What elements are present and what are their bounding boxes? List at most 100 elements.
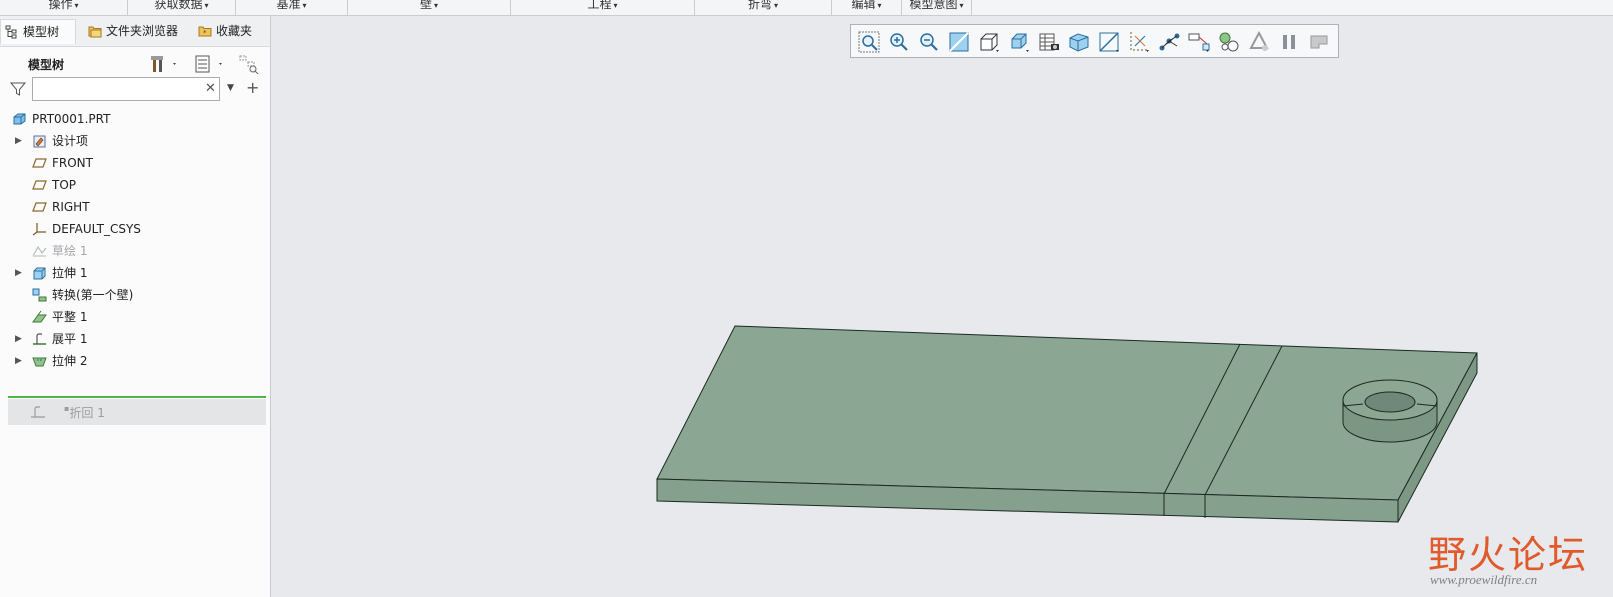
dropdown-caret-icon: ▾ bbox=[877, 1, 882, 10]
model-tree-title: 模型树 bbox=[28, 58, 65, 72]
tree-columns-button[interactable] bbox=[194, 54, 222, 74]
tree-filter-icon bbox=[239, 55, 259, 75]
sketch-icon bbox=[32, 245, 47, 257]
dropdown-caret-icon: ▾ bbox=[434, 1, 439, 10]
tree-item-label: 展平 1 bbox=[52, 332, 88, 346]
tree-search-input[interactable] bbox=[32, 77, 220, 101]
show-columns-icon bbox=[195, 55, 222, 73]
filter-icon[interactable] bbox=[10, 81, 26, 97]
expand-arrow-icon[interactable]: ▶ bbox=[15, 262, 22, 284]
favorites-icon: * bbox=[198, 26, 212, 37]
tree-item-right[interactable]: RIGHT bbox=[0, 196, 270, 218]
tree-item-label: 平整 1 bbox=[52, 310, 88, 324]
tab-favorites[interactable]: * 收藏夹 bbox=[194, 19, 276, 43]
tree-item-label: 拉伸 2 bbox=[52, 354, 88, 368]
expand-arrow-icon[interactable]: ▶ bbox=[15, 130, 22, 152]
ribbon-group-engineering[interactable]: 工程 ▾ bbox=[511, 0, 695, 15]
dropdown-caret-icon: ▾ bbox=[74, 1, 79, 10]
ribbon-group-label: 工程 bbox=[587, 0, 612, 11]
add-filter-icon[interactable]: + bbox=[246, 78, 259, 97]
design-items-icon bbox=[33, 135, 46, 148]
filter-dropdown-icon[interactable]: ▼ bbox=[227, 83, 234, 93]
tree-item-unbend-1[interactable]: ▶ 展平 1 bbox=[0, 328, 270, 350]
dropdown-caret-icon: ▾ bbox=[302, 1, 307, 10]
clear-search-icon[interactable]: ✕ bbox=[205, 81, 216, 96]
tree-item-refold-1[interactable]: ▪折回 1 bbox=[8, 399, 266, 425]
navigator-tabs: 模型树 文件夹浏览器 * 收藏夹 bbox=[0, 16, 270, 47]
ribbon-group-get-data[interactable]: 获取数据 ▾ bbox=[128, 0, 236, 15]
ribbon-group-label: 折弯 bbox=[747, 0, 772, 11]
boss-hole[interactable] bbox=[1364, 391, 1416, 413]
tab-model-tree[interactable]: 模型树 bbox=[0, 19, 76, 44]
tree-item-label: RIGHT bbox=[52, 200, 90, 214]
ribbon-group-walls[interactable]: 壁 ▾ bbox=[348, 0, 511, 15]
dropdown-caret-icon: ▾ bbox=[204, 1, 209, 10]
tree-item-label: 设计项 bbox=[52, 134, 89, 148]
ribbon-group-operations[interactable]: 操作 ▾ bbox=[0, 0, 128, 15]
ribbon-group-label: 操作 bbox=[48, 0, 73, 11]
tree-item-extrude-2[interactable]: ▶ 拉伸 2 bbox=[0, 350, 270, 372]
forum-watermark: 野火论坛 www.proewildfire.cn bbox=[1418, 510, 1608, 590]
tree-item-flat-1[interactable]: 平整 1 bbox=[0, 306, 270, 328]
tree-item-convert[interactable]: 转换(第一个壁) bbox=[0, 284, 270, 306]
graphics-viewport[interactable] bbox=[271, 16, 1613, 597]
tree-filter-display-button[interactable] bbox=[238, 54, 260, 75]
csys-icon bbox=[32, 223, 46, 236]
watermark-url: www.proewildfire.cn bbox=[1430, 572, 1538, 587]
tree-item-label: 拉伸 1 bbox=[52, 266, 88, 280]
tree-item-part[interactable]: PRT0001.PRT bbox=[0, 108, 270, 130]
tab-label: 模型树 bbox=[23, 25, 60, 39]
datum-plane-icon bbox=[32, 180, 47, 190]
ribbon-group-model-intent[interactable]: 模型意图 ▾ bbox=[902, 0, 972, 15]
tree-item-label: DEFAULT_CSYS bbox=[52, 222, 141, 236]
tools-icon bbox=[151, 56, 176, 72]
tree-item-extrude-1[interactable]: ▶ 拉伸 1 bbox=[0, 262, 270, 284]
expand-arrow-icon[interactable]: ▶ bbox=[15, 350, 22, 372]
tree-item-front[interactable]: FRONT bbox=[0, 152, 270, 174]
convert-icon bbox=[32, 288, 47, 302]
ribbon-group-label: 编辑 bbox=[851, 0, 876, 11]
tree-filter-row: ✕ ▼ + bbox=[0, 76, 270, 104]
insert-indicator[interactable] bbox=[8, 396, 266, 398]
part-icon bbox=[13, 113, 26, 125]
model-tree-header: 模型树 bbox=[0, 50, 270, 76]
unbend-icon bbox=[33, 333, 46, 345]
ribbon-group-bends[interactable]: 折弯 ▾ bbox=[695, 0, 832, 15]
tab-folder-browser[interactable]: 文件夹浏览器 bbox=[84, 19, 204, 43]
ribbon-group-label: 模型意图 bbox=[909, 0, 958, 11]
tree-item-label: PRT0001.PRT bbox=[32, 112, 111, 126]
folder-icon bbox=[88, 26, 102, 38]
extrude-cut-icon bbox=[32, 357, 47, 367]
svg-text:*: * bbox=[203, 29, 207, 37]
tree-item-label: ▪折回 1 bbox=[64, 404, 105, 420]
ribbon-group-label: 获取数据 bbox=[154, 0, 203, 11]
tree-item-label: FRONT bbox=[52, 156, 93, 170]
tree-item-default-csys[interactable]: DEFAULT_CSYS bbox=[0, 218, 270, 240]
expand-arrow-icon[interactable]: ▶ bbox=[15, 328, 22, 350]
sheetmetal-part-model[interactable] bbox=[271, 16, 1613, 597]
tree-item-label: TOP bbox=[52, 178, 77, 192]
ribbon-group-bar: 操作 ▾ 获取数据 ▾ 基准 ▾ 壁 ▾ 工程 ▾ 折弯 ▾ 编辑 ▾ 模型意图 ▾ bbox=[0, 0, 1613, 16]
ribbon-group-label: 基准 bbox=[276, 0, 301, 11]
tab-label: 收藏夹 bbox=[216, 24, 253, 38]
datum-plane-icon bbox=[32, 158, 47, 168]
ribbon-group-label: 壁 bbox=[419, 0, 432, 11]
dropdown-caret-icon: ▾ bbox=[613, 1, 618, 10]
dropdown-caret-icon: ▾ bbox=[774, 1, 779, 10]
tree-item-top[interactable]: TOP bbox=[0, 174, 270, 196]
tree-item-label: 草绘 1 bbox=[52, 244, 88, 258]
tree-item-design-items[interactable]: ▶ 设计项 bbox=[0, 130, 270, 152]
tree-settings-button[interactable] bbox=[150, 54, 176, 74]
navigator-panel: 模型树 文件夹浏览器 * 收藏夹 模型树 ✕ ▼ + PRT0001.PRT ▶… bbox=[0, 16, 271, 597]
tree-item-label: 转换(第一个壁) bbox=[52, 288, 134, 302]
tree-item-sketch-1[interactable]: 草绘 1 bbox=[0, 240, 270, 262]
ribbon-group-datum[interactable]: 基准 ▾ bbox=[236, 0, 348, 15]
datum-plane-icon bbox=[32, 202, 47, 212]
refold-icon bbox=[31, 406, 45, 418]
flat-wall-icon bbox=[32, 310, 47, 323]
extrude-icon bbox=[33, 267, 46, 280]
watermark-logo-text: 野火论坛 bbox=[1428, 533, 1589, 577]
ribbon-group-editing[interactable]: 编辑 ▾ bbox=[832, 0, 902, 15]
tab-label: 文件夹浏览器 bbox=[106, 24, 179, 38]
model-tree-icon bbox=[5, 25, 17, 39]
